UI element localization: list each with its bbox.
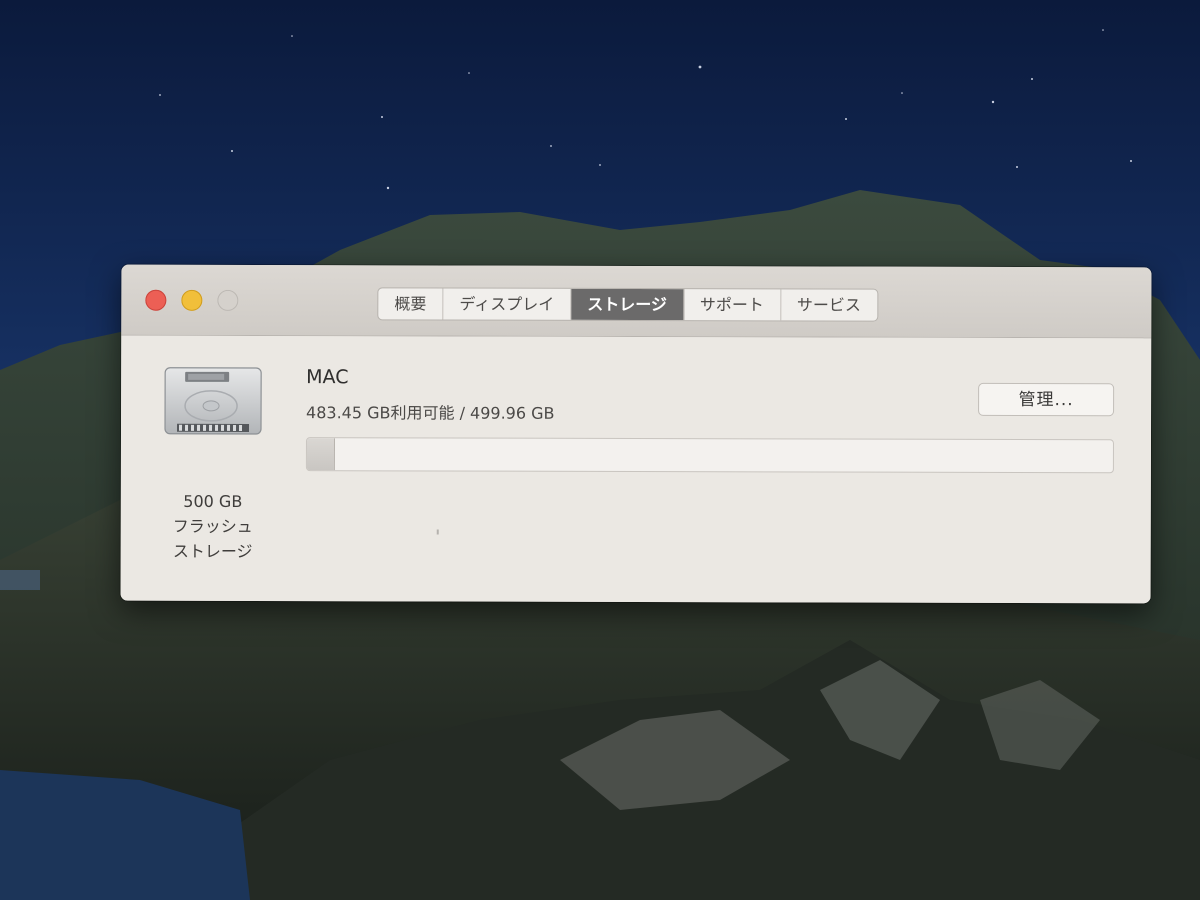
- volume-availability: 483.45 GB利用可能 / 499.96 GB: [306, 403, 555, 423]
- disk-caption: 500 GB フラッシュ ストレージ: [151, 489, 275, 564]
- disk-type-line1: フラッシュ: [172, 516, 253, 536]
- close-button[interactable]: [145, 289, 167, 311]
- tab-support[interactable]: サポート: [683, 289, 781, 321]
- system-info-window: 概要 ディスプレイ ストレージ サポート サービス 500 GB フラッシュ ス…: [120, 264, 1152, 604]
- disk-type-line2: ストレージ: [172, 541, 253, 561]
- disk-capacity: 500 GB: [183, 491, 243, 511]
- manage-button[interactable]: 管理...: [978, 382, 1115, 417]
- volume-name: MAC: [306, 366, 349, 389]
- storage-used-segment: [306, 438, 335, 471]
- zoom-button[interactable]: [217, 289, 239, 311]
- tab-service[interactable]: サービス: [781, 289, 877, 320]
- segmented-tabs: 概要 ディスプレイ ストレージ サポート サービス: [377, 287, 879, 322]
- tab-storage[interactable]: ストレージ: [571, 288, 684, 321]
- cursor-mark: [436, 529, 439, 535]
- tab-overview[interactable]: 概要: [378, 288, 444, 320]
- minimize-button[interactable]: [181, 289, 203, 311]
- window-toolbar: 概要 ディスプレイ ストレージ サポート サービス: [121, 264, 1152, 339]
- tab-displays[interactable]: ディスプレイ: [443, 288, 572, 320]
- storage-usage-bar: [305, 437, 1114, 474]
- storage-panel: 500 GB フラッシュ ストレージ MAC 483.45 GB利用可能 / 4…: [120, 335, 1152, 604]
- hard-drive-icon: [164, 367, 262, 435]
